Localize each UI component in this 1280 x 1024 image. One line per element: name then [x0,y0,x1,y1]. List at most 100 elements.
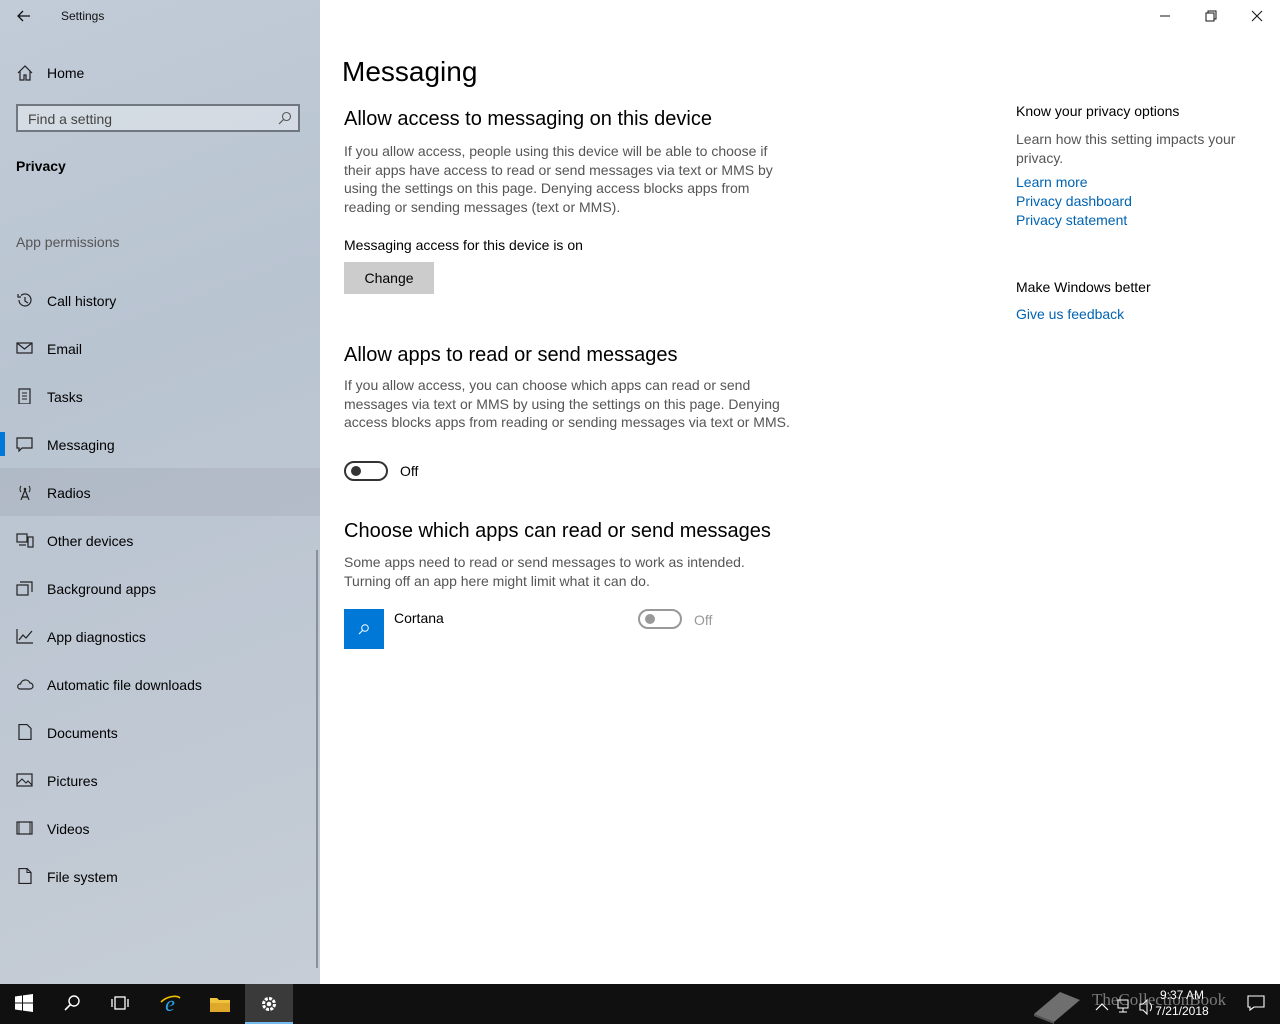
sidebar-item-label: Messaging [47,437,115,453]
minimize-button[interactable] [1142,0,1188,32]
diagnostics-icon [16,629,33,644]
app-name: Cortana [394,610,444,626]
internet-explorer-button[interactable]: e [146,984,194,1024]
sidebar-item-label: Pictures [47,773,98,789]
section-description: If you allow access, you can choose whic… [344,377,790,430]
watermark: TheCollectionBook [1030,984,1270,1024]
search-icon [64,995,80,1011]
close-icon [1251,10,1263,22]
cloud-icon [17,679,34,690]
cortana-app-tile [344,609,384,649]
file-icon [18,868,32,884]
home-label: Home [47,65,85,81]
picture-icon [16,773,33,787]
restore-icon [1205,10,1217,22]
sidebar-item-tasks[interactable]: Tasks [0,372,320,420]
privacy-statement-link[interactable]: Privacy statement [1016,212,1127,228]
sidebar-item-label: Documents [47,725,118,741]
sidebar-item-radios[interactable]: Radios [0,468,320,516]
task-view-button[interactable] [96,984,144,1024]
search-button[interactable] [48,984,96,1024]
sidebar-item-label: Other devices [47,533,134,549]
section-description: If you allow access, people using this d… [344,143,773,215]
page-title: Messaging [342,56,478,87]
section-title: Privacy [16,158,66,174]
title-bar: Settings [0,0,320,32]
sidebar-item-app-diagnostics[interactable]: App diagnostics [0,612,320,660]
section-heading-app-access: Allow apps to read or send messages [344,344,678,366]
sidebar-item-label: Tasks [47,389,83,405]
video-icon [16,821,33,835]
sidebar-item-label: Background apps [47,581,156,597]
toggle-knob [645,614,655,624]
clipboard-icon [18,388,31,404]
content-pane: Messaging Allow access to messaging on t… [320,0,1280,984]
section-heading-choose-apps: Choose which apps can read or send messa… [344,520,771,542]
sidebar-item-label: Email [47,341,83,357]
search-input[interactable]: Find a setting [16,104,300,132]
sidebar-item-label: App diagnostics [47,629,146,645]
permissions-list: Call history Email Tasks Messaging Radio… [0,276,320,900]
folder-icon [210,998,230,1012]
file-explorer-button[interactable] [196,984,244,1024]
sidebar-item-email[interactable]: Email [0,324,320,372]
selection-indicator [0,432,5,456]
toggle-state-label: Off [694,612,713,628]
sidebar-item-other-devices[interactable]: Other devices [0,516,320,564]
privacy-options-heading: Know your privacy options [1016,103,1180,119]
history-icon [17,293,32,307]
change-button[interactable]: Change [344,262,434,294]
home-icon [17,65,33,81]
device-access-status: Messaging access for this device is on [344,237,583,253]
minimize-icon [1160,15,1170,17]
sidebar-item-file-system[interactable]: File system [0,852,320,900]
sidebar-scrollbar[interactable] [316,550,318,968]
task-view-icon [111,996,129,1010]
give-feedback-link[interactable]: Give us feedback [1016,306,1124,322]
sidebar-item-videos[interactable]: Videos [0,804,320,852]
search-icon[interactable] [278,111,292,125]
sidebar-item-pictures[interactable]: Pictures [0,756,320,804]
section-description: Some apps need to read or send messages … [344,554,745,589]
sidebar-item-label: File system [47,869,118,885]
navigation-pane: Settings Home Find a setting Privacy App… [0,0,320,984]
sidebar-item-documents[interactable]: Documents [0,708,320,756]
sidebar-item-messaging[interactable]: Messaging [0,420,320,468]
sidebar-item-automatic-file-downloads[interactable]: Automatic file downloads [0,660,320,708]
app-access-toggle[interactable] [344,461,388,481]
gear-icon [262,997,276,1011]
background-apps-icon [16,581,33,596]
section-heading-device-access: Allow access to messaging on this device [344,108,712,130]
settings-taskbar-button[interactable] [245,984,293,1024]
mail-icon [16,342,33,354]
sidebar-item-label: Videos [47,821,90,837]
internet-explorer-icon: e [160,993,181,1015]
sidebar-item-label: Automatic file downloads [47,677,202,693]
privacy-options-description: Learn how this setting impacts your priv… [1016,131,1236,166]
sidebar-item-background-apps[interactable]: Background apps [0,564,320,612]
radio-tower-icon [19,485,31,500]
make-windows-better-heading: Make Windows better [1016,279,1151,295]
back-arrow-icon [17,10,30,22]
back-button[interactable] [10,4,38,28]
toggle-knob [351,466,361,476]
watermark-text: TheCollectionBook [1092,990,1227,1009]
windows-logo-icon [15,994,33,1012]
close-button[interactable] [1234,0,1280,32]
app-title: Settings [61,9,105,23]
devices-icon [16,533,34,548]
sidebar-item-label: Radios [47,485,91,501]
search-placeholder: Find a setting [28,111,113,127]
sidebar-item-label: Call history [47,293,117,309]
document-icon [18,724,32,740]
restore-button[interactable] [1188,0,1234,32]
cortana-toggle[interactable] [638,609,682,629]
sidebar-item-home[interactable]: Home [0,56,320,90]
sidebar-item-call-history[interactable]: Call history [0,276,320,324]
toggle-state-label: Off [400,463,419,479]
start-button[interactable] [0,984,48,1024]
learn-more-link[interactable]: Learn more [1016,174,1088,190]
group-title: App permissions [16,234,120,250]
privacy-dashboard-link[interactable]: Privacy dashboard [1016,193,1132,209]
book-logo-icon [1034,992,1080,1024]
